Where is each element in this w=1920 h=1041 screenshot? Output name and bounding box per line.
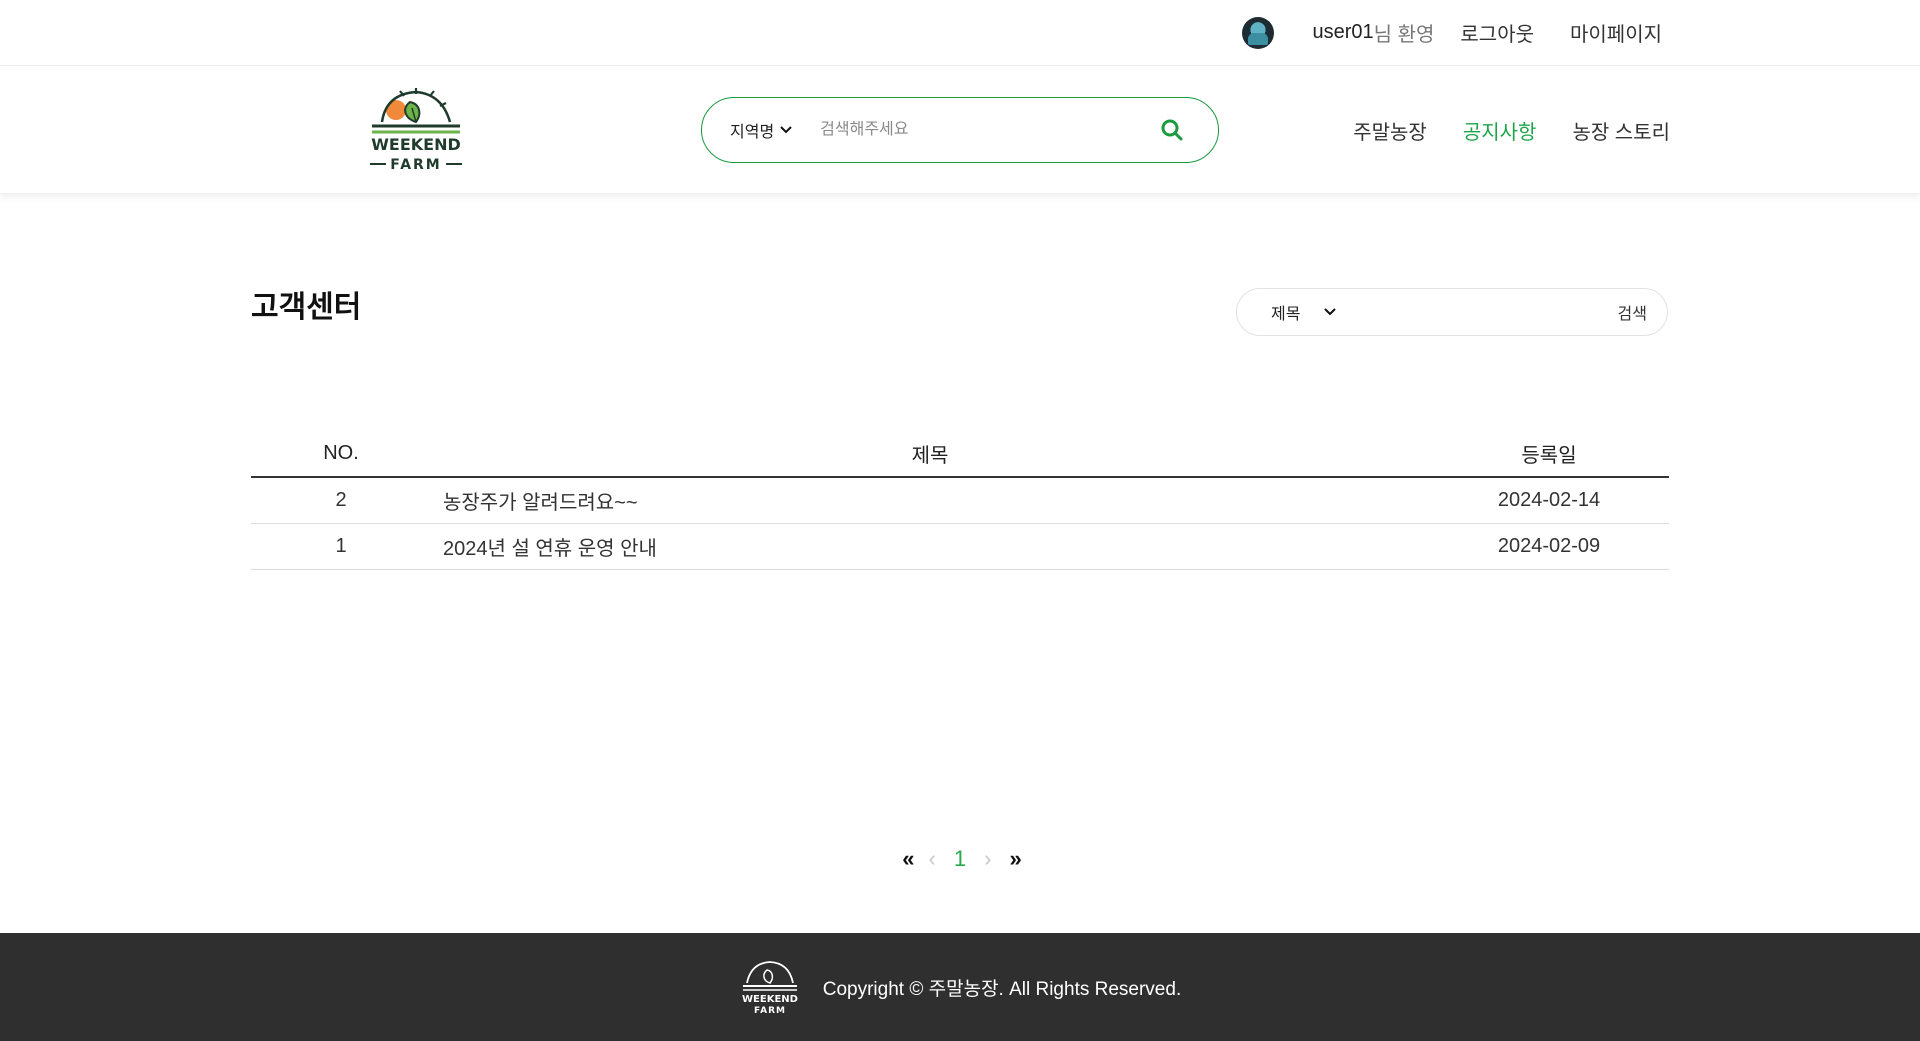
search-field-select[interactable]: 제목 bbox=[1271, 300, 1337, 324]
row-date: 2024-02-14 bbox=[1429, 477, 1669, 524]
footer-copyright: Copyright © 주말농장. All Rights Reserved. bbox=[822, 978, 1182, 1000]
header-title: 제목 bbox=[431, 431, 1429, 478]
chevron-down-icon bbox=[1324, 308, 1337, 316]
footer-logo: WEEKEND FARM bbox=[742, 961, 798, 1015]
chevron-down-icon bbox=[780, 126, 792, 134]
first-page-button[interactable]: « bbox=[902, 846, 914, 872]
row-title-link[interactable]: 2024년 설 연휴 운영 안내 bbox=[431, 523, 1429, 570]
nav-notice[interactable]: 공지사항 bbox=[1463, 116, 1537, 145]
header-date: 등록일 bbox=[1429, 431, 1669, 478]
main-nav: 주말농장 공지사항 농장 스토리 bbox=[1353, 116, 1670, 145]
region-select-label: 지역명 bbox=[730, 124, 775, 141]
page-title: 고객센터 bbox=[251, 291, 362, 324]
site-header: WEEKEND FARM 지역명 주말농장 공지사항 농장 스토리 bbox=[0, 66, 1920, 194]
notice-table: NO. 제목 등록일 2 농장주가 알려드려요~~ 2024-02-14 1 2… bbox=[251, 431, 1669, 570]
footer-logo-text-bottom: FARM bbox=[754, 1006, 786, 1015]
region-select[interactable]: 지역명 bbox=[730, 118, 792, 142]
nav-farm-story[interactable]: 농장 스토리 bbox=[1572, 116, 1670, 145]
table-row[interactable]: 1 2024년 설 연휴 운영 안내 2024-02-09 bbox=[251, 523, 1669, 570]
pagination: « ‹ 1 › » bbox=[0, 846, 1920, 872]
logo-text-top: WEEKEND bbox=[371, 135, 461, 154]
user-avatar[interactable] bbox=[1242, 16, 1275, 49]
row-title-link[interactable]: 농장주가 알려드려요~~ bbox=[431, 477, 1429, 524]
logout-link[interactable]: 로그아웃 bbox=[1460, 18, 1534, 47]
global-search-bar: 지역명 bbox=[701, 97, 1219, 163]
welcome-username: user01 bbox=[1312, 21, 1374, 43]
mypage-link[interactable]: 마이페이지 bbox=[1570, 18, 1662, 47]
table-row[interactable]: 2 농장주가 알려드려요~~ 2024-02-14 bbox=[251, 477, 1669, 524]
board-search-input[interactable] bbox=[1350, 303, 1604, 321]
board-search-form: 제목 검색 bbox=[1236, 288, 1668, 336]
footer-logo-text-top: WEEKEND bbox=[742, 994, 798, 1005]
global-search-input[interactable] bbox=[820, 121, 1160, 139]
table-header-row: NO. 제목 등록일 bbox=[251, 431, 1669, 478]
row-no: 2 bbox=[251, 477, 431, 524]
site-footer: WEEKEND FARM Copyright © 주말농장. All Right… bbox=[0, 933, 1920, 1041]
search-field-label: 제목 bbox=[1271, 306, 1301, 323]
search-icon[interactable] bbox=[1160, 118, 1184, 142]
row-no: 1 bbox=[251, 523, 431, 570]
logo-text-bottom: FARM bbox=[390, 157, 442, 172]
board-search-button[interactable]: 검색 bbox=[1618, 300, 1647, 324]
welcome-suffix: 님 환영 bbox=[1373, 24, 1435, 46]
header-no: NO. bbox=[251, 431, 431, 478]
prev-page-button[interactable]: ‹ bbox=[929, 846, 936, 872]
top-utility-bar: user01 님 환영 로그아웃 마이페이지 bbox=[0, 0, 1920, 66]
next-page-button[interactable]: › bbox=[984, 846, 991, 872]
last-page-button[interactable]: » bbox=[1009, 846, 1021, 872]
nav-weekend-farm[interactable]: 주말농장 bbox=[1353, 116, 1427, 145]
weekend-farm-logo[interactable]: WEEKEND FARM bbox=[364, 88, 468, 172]
row-date: 2024-02-09 bbox=[1429, 523, 1669, 570]
page-number-current[interactable]: 1 bbox=[954, 846, 966, 872]
